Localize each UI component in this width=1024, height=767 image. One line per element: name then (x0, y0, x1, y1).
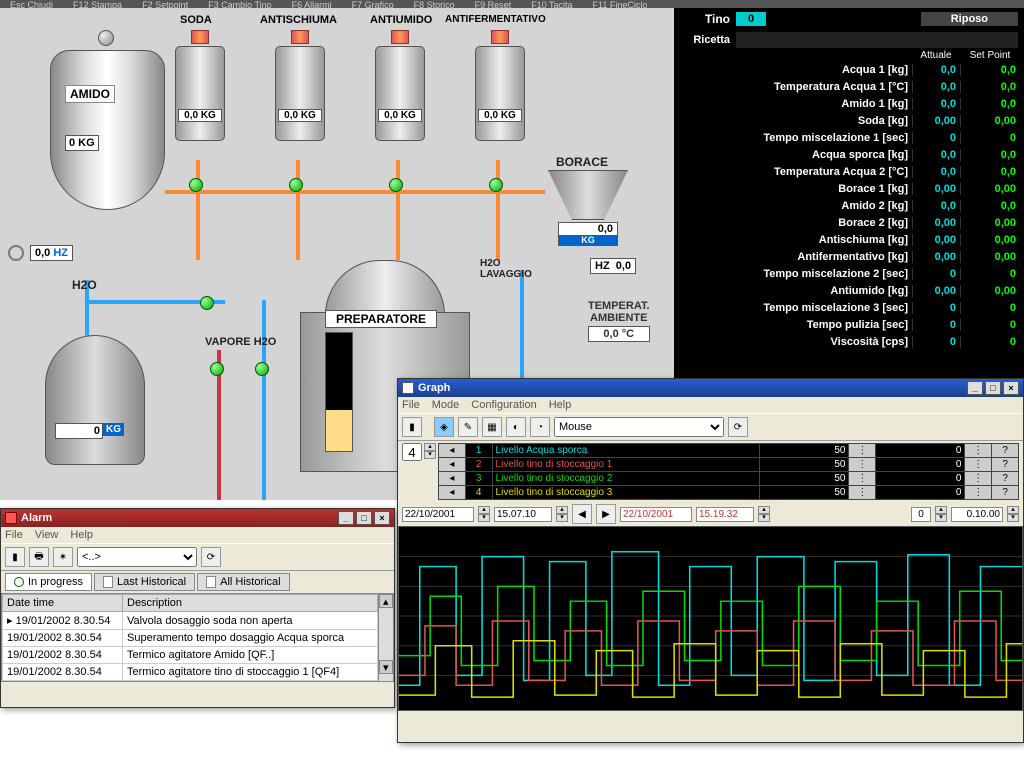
scrollbar[interactable]: ▴ ▾ (378, 594, 393, 681)
valve-antiumido[interactable] (389, 178, 403, 192)
clock-icon (14, 577, 24, 587)
span-h-input[interactable] (911, 507, 931, 522)
window-graph[interactable]: Graph _ □ × File Mode Configuration Help… (397, 378, 1024, 743)
table-row[interactable]: 19/01/2002 8.30.54Termico agitatore tino… (3, 664, 378, 681)
date-from-input[interactable] (402, 507, 474, 522)
date-to-input[interactable] (620, 507, 692, 522)
valve-vapore[interactable] (210, 362, 224, 376)
signal-row[interactable]: ◂2Livello tino di stoccaggio 150⋮0⋮? (439, 458, 1019, 472)
tab-all-historical[interactable]: All Historical (197, 573, 290, 591)
tino-value: 0 (736, 12, 766, 26)
hz-left-readout: 0,0 HZ (30, 245, 73, 261)
valve-soda[interactable] (189, 178, 203, 192)
close-button[interactable]: × (1003, 381, 1019, 395)
minimize-button[interactable]: _ (338, 511, 354, 525)
level-sight (325, 332, 353, 452)
motor-icon (8, 245, 24, 261)
tab-last-historical[interactable]: Last Historical (94, 573, 195, 591)
tank-lower-left: 0 KG (45, 335, 145, 500)
valve-antischiuma[interactable] (289, 178, 303, 192)
signal-row[interactable]: ◂1Livello Acqua sporca50⋮0⋮? (439, 444, 1019, 458)
close-button[interactable]: × (374, 511, 390, 525)
filter-select[interactable]: <..> (77, 547, 197, 567)
status-riposo: Riposo (921, 12, 1018, 26)
data-row: Acqua 1 [kg]0,00,0 (674, 61, 1024, 78)
data-row: Borace 2 [kg]0,000,00 (674, 214, 1024, 231)
alarm-table[interactable]: Date timeDescription ▸ 19/01/2002 8.30.5… (2, 594, 378, 681)
valve-antiferm[interactable] (489, 178, 503, 192)
h2o-label: H2O (72, 278, 97, 292)
data-row: Tempo miscelazione 2 [sec]00 (674, 265, 1024, 282)
toolbar-btn[interactable]: ▮ (402, 417, 422, 437)
tank-antifermentativo: 0,0 KG (470, 30, 530, 141)
doc-icon (206, 576, 216, 588)
graph-menubar[interactable]: File Mode Configuration Help (398, 397, 1023, 413)
tank-antiumido: 0,0 KG (370, 30, 430, 141)
prev-button[interactable]: ◀ (572, 504, 592, 524)
minimize-button[interactable]: _ (967, 381, 983, 395)
data-row: Antiumido [kg]0,000,00 (674, 282, 1024, 299)
graph-icon (402, 382, 414, 394)
next-button[interactable]: ▶ (596, 504, 616, 524)
alarm-icon (5, 512, 17, 524)
refresh-button[interactable]: ⟳ (201, 547, 221, 567)
data-row: Borace 1 [kg]0,000,00 (674, 180, 1024, 197)
toolbar-btn[interactable]: ◐ (506, 417, 526, 437)
tab-in-progress[interactable]: In progress (5, 573, 92, 591)
top-menu-bar: Esc ChiudiF12 StampaF2 SetpointF3 Cambio… (0, 0, 1024, 8)
data-row: Acqua sporca [kg]0,00,0 (674, 146, 1024, 163)
data-row: Antischiuma [kg]0,000,00 (674, 231, 1024, 248)
table-row[interactable]: 19/01/2002 8.30.54Termico agitatore Amid… (3, 647, 378, 664)
span-m-input[interactable] (951, 507, 1003, 522)
data-row: Temperatura Acqua 2 [°C]0,00,0 (674, 163, 1024, 180)
toolbar-btn[interactable]: ▦ (482, 417, 502, 437)
valve-mix[interactable] (200, 296, 214, 310)
time-from-input[interactable] (494, 507, 552, 522)
tank-antischiuma: 0,0 KG (270, 30, 330, 141)
data-row: Tempo miscelazione 1 [sec]00 (674, 129, 1024, 146)
temp-ambiente: TEMPERAT. AMBIENTE 0,0 °C (588, 300, 650, 342)
data-row: Temperatura Acqua 1 [°C]0,00,0 (674, 78, 1024, 95)
data-row: Tempo pulizia [sec]00 (674, 316, 1024, 333)
maximize-button[interactable]: □ (985, 381, 1001, 395)
alarm-menubar[interactable]: File View Help (1, 527, 394, 543)
toolbar-btn-3[interactable]: ✶ (53, 547, 73, 567)
maximize-button[interactable]: □ (356, 511, 372, 525)
tank-amido: AMIDO 0 KG (50, 50, 165, 240)
data-row: Amido 2 [kg]0,00,0 (674, 197, 1024, 214)
signal-row[interactable]: ◂3Livello tino di stoccaggio 250⋮0⋮? (439, 472, 1019, 486)
ricetta-value (736, 32, 1018, 48)
data-panel: Tino 0 Riposo Ricetta AttualeSet Point A… (674, 8, 1024, 378)
window-alarm[interactable]: Alarm _ □ × File View Help ▮ 🖶 ✶ <..> ⟳ … (0, 508, 395, 708)
signal-group-input[interactable] (402, 443, 422, 461)
borace-label: BORACE (556, 155, 608, 169)
data-row: Antifermentativo [kg]0,000,00 (674, 248, 1024, 265)
toolbar-btn[interactable]: ✎ (458, 417, 478, 437)
data-row: Viscosità [cps]00 (674, 333, 1024, 350)
tank-soda: 0,0 KG (170, 30, 230, 141)
amido-value: 0 KG (65, 135, 99, 151)
toolbar-btn[interactable]: ◔ (530, 417, 550, 437)
hz-right-readout: HZ 0,0 (590, 258, 636, 274)
print-button[interactable]: 🖶 (29, 547, 49, 567)
hopper-borace: 0,0KG (538, 170, 638, 246)
amido-label: AMIDO (65, 85, 115, 103)
toolbar-btn[interactable]: ⟳ (728, 417, 748, 437)
alarm-title: Alarm (21, 512, 52, 524)
signal-table[interactable]: ◂1Livello Acqua sporca50⋮0⋮?◂2Livello ti… (438, 443, 1019, 500)
table-row[interactable]: 19/01/2002 8.30.54Superamento tempo dosa… (3, 630, 378, 647)
signal-row[interactable]: ◂4Livello tino di stoccaggio 350⋮0⋮? (439, 486, 1019, 500)
toolbar-btn[interactable]: ◈ (434, 417, 454, 437)
data-row: Amido 1 [kg]0,00,0 (674, 95, 1024, 112)
time-to-input[interactable] (696, 507, 754, 522)
graph-title: Graph (418, 382, 450, 394)
graph-plot-area[interactable] (398, 526, 1023, 711)
table-row[interactable]: ▸ 19/01/2002 8.30.54Valvola dosaggio sod… (3, 612, 378, 630)
data-row: Tempo miscelazione 3 [sec]00 (674, 299, 1024, 316)
doc-icon (103, 576, 113, 588)
data-row: Soda [kg]0,000,00 (674, 112, 1024, 129)
valve-h2o[interactable] (255, 362, 269, 376)
cursor-select[interactable]: Mouse (554, 417, 724, 437)
toolbar-btn-1[interactable]: ▮ (5, 547, 25, 567)
